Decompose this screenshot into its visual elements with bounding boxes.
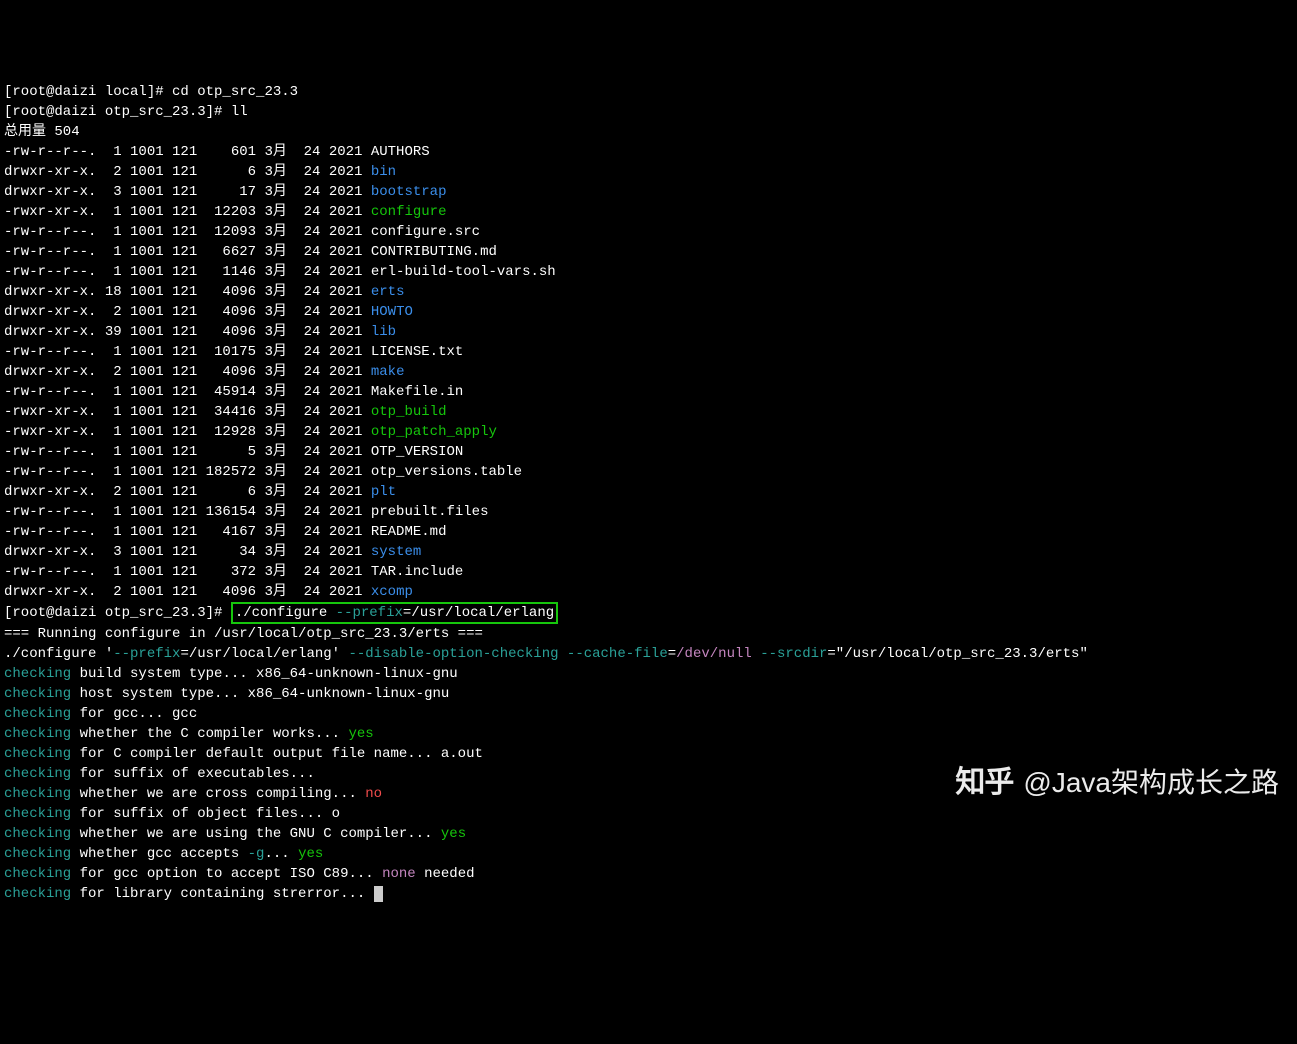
check-line: checking for gcc... gcc: [4, 704, 1293, 724]
prompt-line: [root@daizi local]# cd otp_src_23.3: [4, 82, 1293, 102]
file-entry: -rw-r--r--. 1 1001 121 4167 3月 24 2021 R…: [4, 522, 1293, 542]
output-line: ./configure '--prefix=/usr/local/erlang'…: [4, 644, 1293, 664]
check-line: checking whether gcc accepts -g... yes: [4, 844, 1293, 864]
file-entry: -rw-r--r--. 1 1001 121 12093 3月 24 2021 …: [4, 222, 1293, 242]
terminal-output[interactable]: [root@daizi local]# cd otp_src_23.3[root…: [4, 82, 1293, 904]
prompt-line: [root@daizi otp_src_23.3]# ./configure -…: [4, 602, 1293, 624]
file-entry: -rwxr-xr-x. 1 1001 121 12928 3月 24 2021 …: [4, 422, 1293, 442]
file-entry: drwxr-xr-x. 39 1001 121 4096 3月 24 2021 …: [4, 322, 1293, 342]
file-entry: -rw-r--r--. 1 1001 121 372 3月 24 2021 TA…: [4, 562, 1293, 582]
file-entry: drwxr-xr-x. 2 1001 121 6 3月 24 2021 bin: [4, 162, 1293, 182]
file-entry: drwxr-xr-x. 3 1001 121 34 3月 24 2021 sys…: [4, 542, 1293, 562]
check-line: checking whether we are using the GNU C …: [4, 824, 1293, 844]
check-line: checking for C compiler default output f…: [4, 744, 1293, 764]
check-line: checking host system type... x86_64-unkn…: [4, 684, 1293, 704]
file-entry: -rw-r--r--. 1 1001 121 1146 3月 24 2021 e…: [4, 262, 1293, 282]
file-entry: -rw-r--r--. 1 1001 121 10175 3月 24 2021 …: [4, 342, 1293, 362]
file-entry: drwxr-xr-x. 2 1001 121 4096 3月 24 2021 x…: [4, 582, 1293, 602]
highlighted-command: ./configure --prefix=/usr/local/erlang: [231, 602, 558, 624]
file-entry: -rw-r--r--. 1 1001 121 45914 3月 24 2021 …: [4, 382, 1293, 402]
file-entry: -rw-r--r--. 1 1001 121 601 3月 24 2021 AU…: [4, 142, 1293, 162]
file-entry: -rw-r--r--. 1 1001 121 136154 3月 24 2021…: [4, 502, 1293, 522]
file-entry: drwxr-xr-x. 2 1001 121 4096 3月 24 2021 m…: [4, 362, 1293, 382]
file-entry: drwxr-xr-x. 2 1001 121 6 3月 24 2021 plt: [4, 482, 1293, 502]
file-entry: -rw-r--r--. 1 1001 121 6627 3月 24 2021 C…: [4, 242, 1293, 262]
check-line: checking for suffix of executables...: [4, 764, 1293, 784]
file-entry: -rw-r--r--. 1 1001 121 5 3月 24 2021 OTP_…: [4, 442, 1293, 462]
file-entry: drwxr-xr-x. 3 1001 121 17 3月 24 2021 boo…: [4, 182, 1293, 202]
output-line: === Running configure in /usr/local/otp_…: [4, 624, 1293, 644]
total-line: 总用量 504: [4, 122, 1293, 142]
file-entry: -rwxr-xr-x. 1 1001 121 12203 3月 24 2021 …: [4, 202, 1293, 222]
prompt-line: [root@daizi otp_src_23.3]# ll: [4, 102, 1293, 122]
file-entry: -rw-r--r--. 1 1001 121 182572 3月 24 2021…: [4, 462, 1293, 482]
file-entry: -rwxr-xr-x. 1 1001 121 34416 3月 24 2021 …: [4, 402, 1293, 422]
file-entry: drwxr-xr-x. 18 1001 121 4096 3月 24 2021 …: [4, 282, 1293, 302]
file-entry: drwxr-xr-x. 2 1001 121 4096 3月 24 2021 H…: [4, 302, 1293, 322]
check-line: checking for gcc option to accept ISO C8…: [4, 864, 1293, 884]
check-line: checking for library containing strerror…: [4, 884, 1293, 904]
check-line: checking whether the C compiler works...…: [4, 724, 1293, 744]
check-line: checking build system type... x86_64-unk…: [4, 664, 1293, 684]
check-line: checking for suffix of object files... o: [4, 804, 1293, 824]
check-line: checking whether we are cross compiling.…: [4, 784, 1293, 804]
cursor: [374, 886, 383, 902]
